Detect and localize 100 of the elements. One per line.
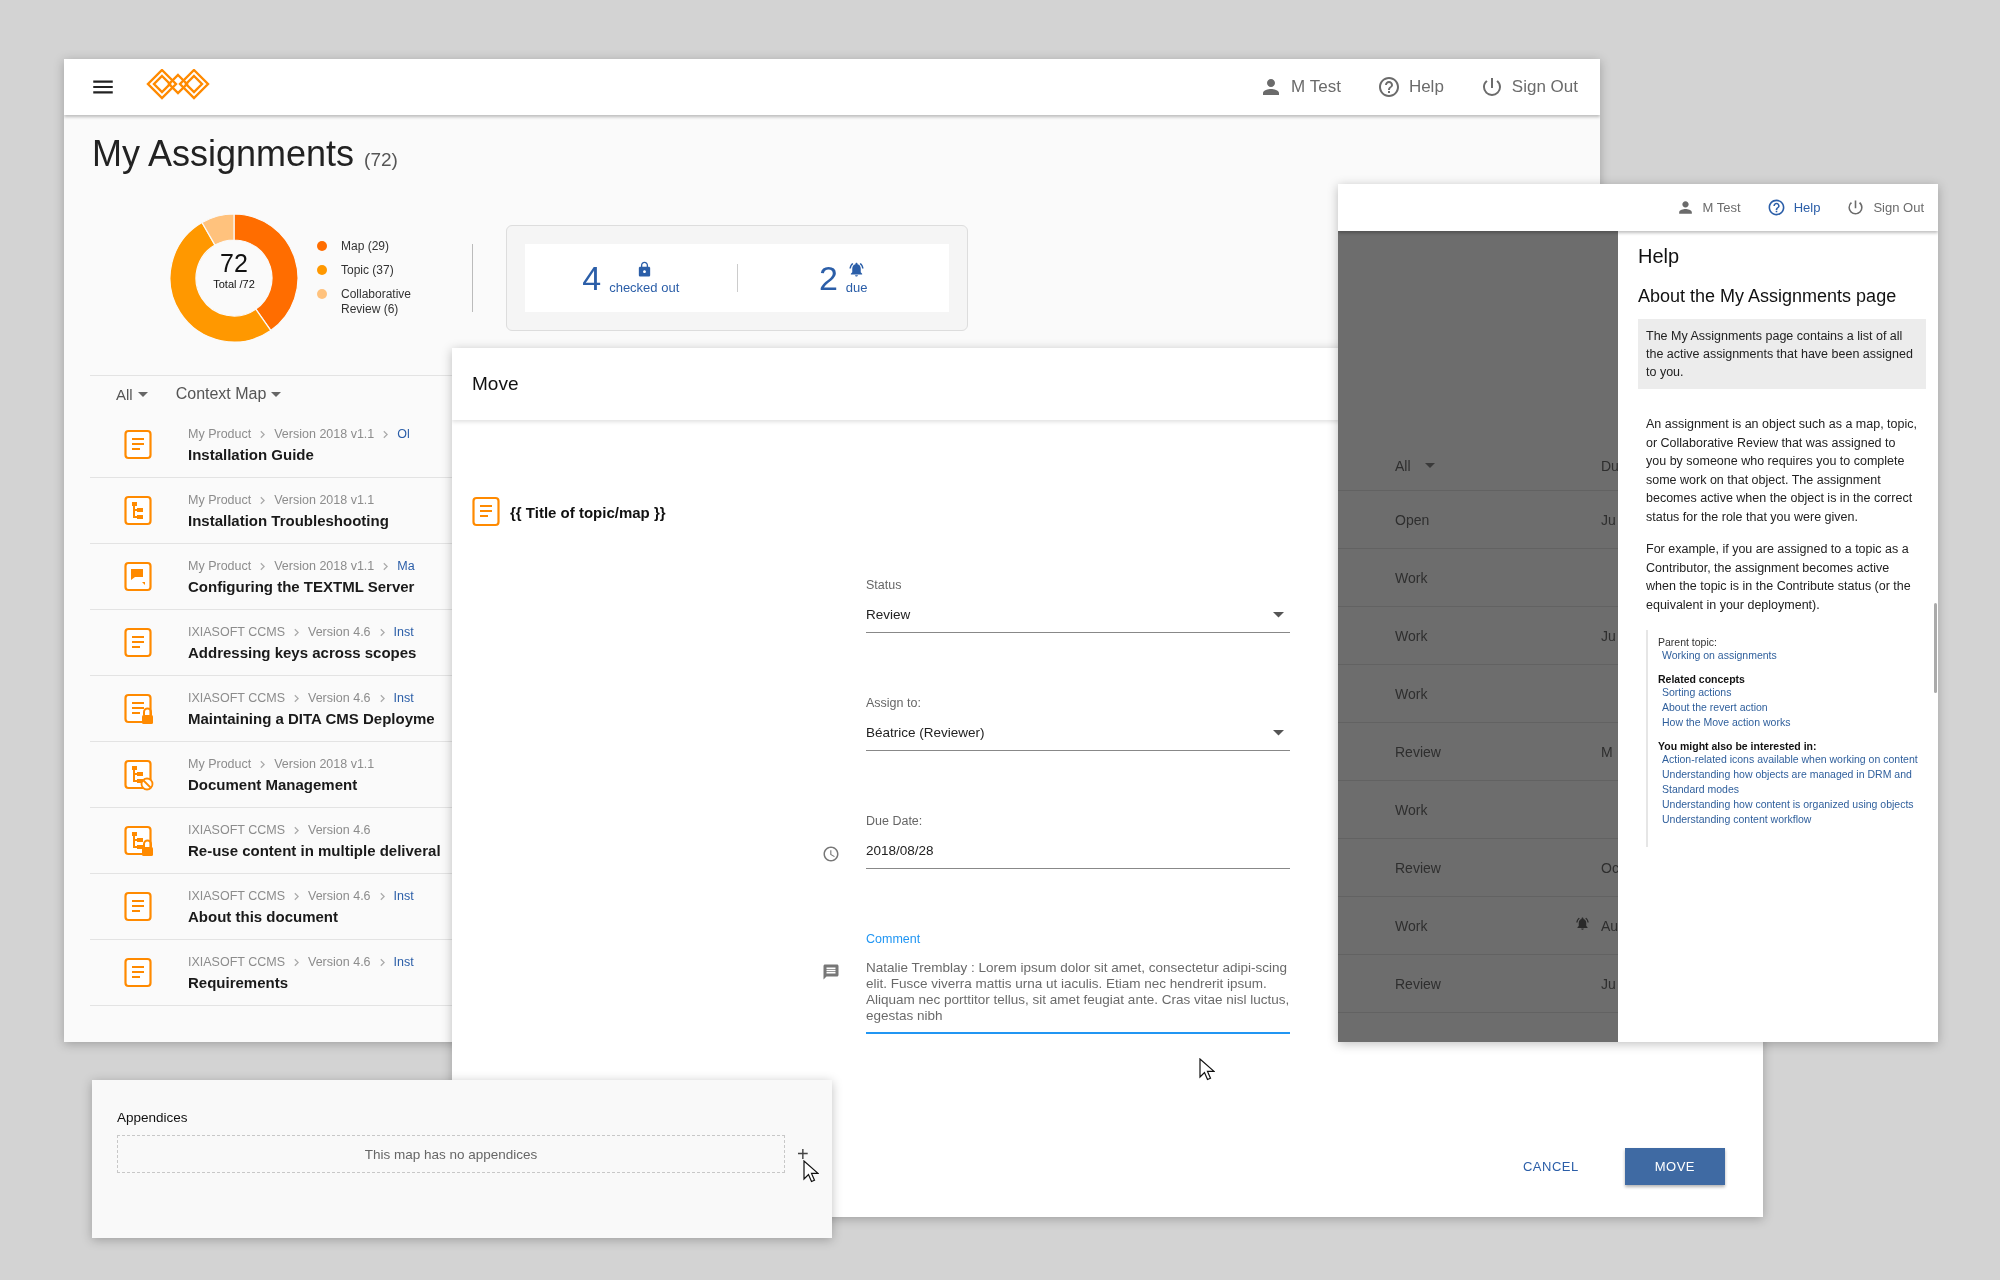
assignment-title[interactable]: Document Management (188, 775, 375, 793)
breadcrumb-item: Version 4.6 (308, 889, 371, 903)
help-icon (1766, 198, 1786, 217)
assignment-title[interactable]: Addressing keys across scopes (188, 643, 417, 661)
bell-icon (848, 261, 866, 278)
help-link[interactable]: Understanding content workflow (1658, 812, 1926, 827)
help-paragraph: For example, if you are assigned to a topic as a Contributor, the assignment becomes active when the topic is in the Contribute status (or the equivalent in your deployment). (1646, 541, 1912, 614)
breadcrumb-item: IXIASOFT CCMS (188, 955, 285, 969)
caret-icon (271, 391, 282, 397)
breadcrumb-item: My Product (188, 493, 252, 507)
item-title: {{ Title of topic/map }} (510, 503, 666, 521)
document-icon (124, 890, 154, 923)
dropdown-field[interactable]: Assign to: Béatrice (Reviewer) (866, 696, 1290, 751)
status-cell-text: Review (1395, 859, 1442, 876)
add-button[interactable]: + (797, 1142, 809, 1166)
empty-appendices-box: This map has no appendices (117, 1135, 785, 1173)
help-link[interactable]: Action-related icons available when working on content (1658, 752, 1926, 767)
help-title: Help (1638, 245, 1681, 268)
date-cell: Oc (1601, 859, 1619, 876)
document-icon (124, 956, 154, 989)
assignment-title[interactable]: Maintaining a DITA CMS Deployme (188, 709, 435, 727)
total-value: 72 (220, 249, 248, 278)
scrollbar[interactable] (1934, 603, 1937, 693)
legend-label: Collaborative Review (6) (341, 287, 413, 317)
breadcrumb-item: IXIASOFT CCMS (188, 823, 285, 837)
help-link[interactable]: Understanding how content is organized using objects (1658, 797, 1926, 812)
cursor-icon (803, 1160, 819, 1184)
caret-icon (1273, 612, 1284, 618)
chat-document-icon (124, 560, 154, 593)
breadcrumb-item: Version 4.6 (308, 625, 371, 639)
total-label: Total /72 (213, 278, 255, 290)
status-cell-text: Work (1395, 801, 1429, 818)
comment-icon (822, 963, 840, 981)
status-cell-text: Work (1395, 917, 1429, 934)
breadcrumb-item: Version 2018 v1.1 (274, 493, 375, 507)
status-cell-text: Work (1395, 685, 1429, 702)
assignment-title[interactable]: Installation Guide (188, 445, 410, 463)
status-cell-text: Work (1395, 569, 1429, 586)
sign-out-button[interactable]: Sign Out (1479, 75, 1578, 99)
column-header: Du (1601, 457, 1619, 474)
status-cell-text: Open (1395, 511, 1431, 528)
assignment-title[interactable]: Installation Troubleshooting (188, 511, 389, 529)
breadcrumb-item: Version 4.6 (308, 691, 371, 705)
parent-topic-label: Parent topic: (1658, 636, 1718, 648)
breadcrumb-link[interactable]: Inst (393, 625, 414, 639)
breadcrumb-link[interactable]: Inst (393, 691, 414, 705)
related-heading: Related concepts (1658, 673, 1746, 685)
blocked-tree-document-icon (124, 758, 154, 791)
help-link[interactable]: About the revert action (1658, 700, 1926, 715)
breadcrumb-item: IXIASOFT CCMS (188, 889, 285, 903)
related-heading: You might also be interested in: (1658, 740, 1818, 752)
assignment-title[interactable]: Re-use content in multiple deliveral (188, 841, 441, 859)
date-cell-text: Ju (1601, 627, 1617, 644)
help-button[interactable]: Help (1376, 75, 1444, 99)
help-button[interactable]: Help (1766, 198, 1821, 217)
help-link[interactable]: Working on assignments (1658, 648, 1926, 663)
cancel-button[interactable]: CANCEL (1512, 1148, 1589, 1185)
appendices-title: Appendices (117, 1110, 189, 1125)
breadcrumb-link[interactable]: Ol (397, 427, 410, 441)
filter-dropdown[interactable]: All (116, 385, 148, 403)
tree-document-icon (124, 494, 154, 527)
user-button[interactable]: M Test (1675, 198, 1741, 217)
help-summary: The My Assignments page contains a list of all the active assignments that have been assigned to you. (1638, 319, 1926, 389)
document-icon (472, 496, 502, 528)
status-cell-text: Review (1395, 975, 1442, 992)
filter-dropdown[interactable]: Context Map (175, 385, 282, 403)
breadcrumb-link[interactable]: Inst (393, 955, 414, 969)
breadcrumb-item: Version 2018 v1.1 (274, 757, 375, 771)
breadcrumb-item: My Product (188, 427, 252, 441)
user-button[interactable]: M Test (1259, 75, 1341, 99)
sign-out-button[interactable]: Sign Out (1846, 198, 1924, 217)
assignment-title[interactable]: Requirements (188, 973, 414, 991)
caret-icon (137, 391, 148, 397)
assignment-title[interactable]: Configuring the TEXTML Server (188, 577, 415, 595)
breadcrumb-link[interactable]: Ma (397, 559, 415, 573)
help-link[interactable]: Understanding how objects are managed in DRM and Standard modes (1658, 767, 1926, 797)
dialog-title: Move (472, 373, 519, 395)
stat-label: due (845, 280, 868, 295)
breadcrumb-link[interactable]: Inst (393, 889, 414, 903)
caret-icon (1273, 730, 1284, 736)
dropdown-field[interactable]: Status Review (866, 578, 1290, 633)
status-cell-text: Work (1395, 627, 1429, 644)
breadcrumb-item: IXIASOFT CCMS (188, 625, 285, 639)
caret-icon (1424, 463, 1435, 468)
power-icon (1846, 198, 1866, 217)
assignment-title[interactable]: About this document (188, 907, 414, 925)
clock-icon (822, 845, 840, 863)
stat-value: 4 (582, 261, 602, 295)
logo (144, 69, 212, 101)
date-field[interactable]: Due Date: 2018/08/28 (866, 814, 1290, 869)
date-cell-text: M (1601, 743, 1614, 760)
breadcrumb-item: IXIASOFT CCMS (188, 691, 285, 705)
help-link[interactable]: Sorting actions (1658, 685, 1926, 700)
status-cell-text: Review (1395, 743, 1442, 760)
assignment-count: (72) (364, 149, 398, 171)
breadcrumb-item: Version 2018 v1.1 (274, 559, 375, 573)
help-link[interactable]: How the Move action works (1658, 715, 1926, 730)
move-button[interactable]: MOVE (1624, 1148, 1725, 1185)
breadcrumb-item: Version 4.6 (308, 955, 371, 969)
comment-field[interactable]: Comment Natalie Tremblay : Lorem ipsum dolor sit amet, consectetur adipi-scing elit. Fusce viverra mattis urna ut iaculis. Etiam nec hendrerit ipsum. Aliquam nec porttitor tellus, sit amet feugiat ante. Cras vitae nisl luctus, egestas nibh (866, 932, 1290, 1034)
